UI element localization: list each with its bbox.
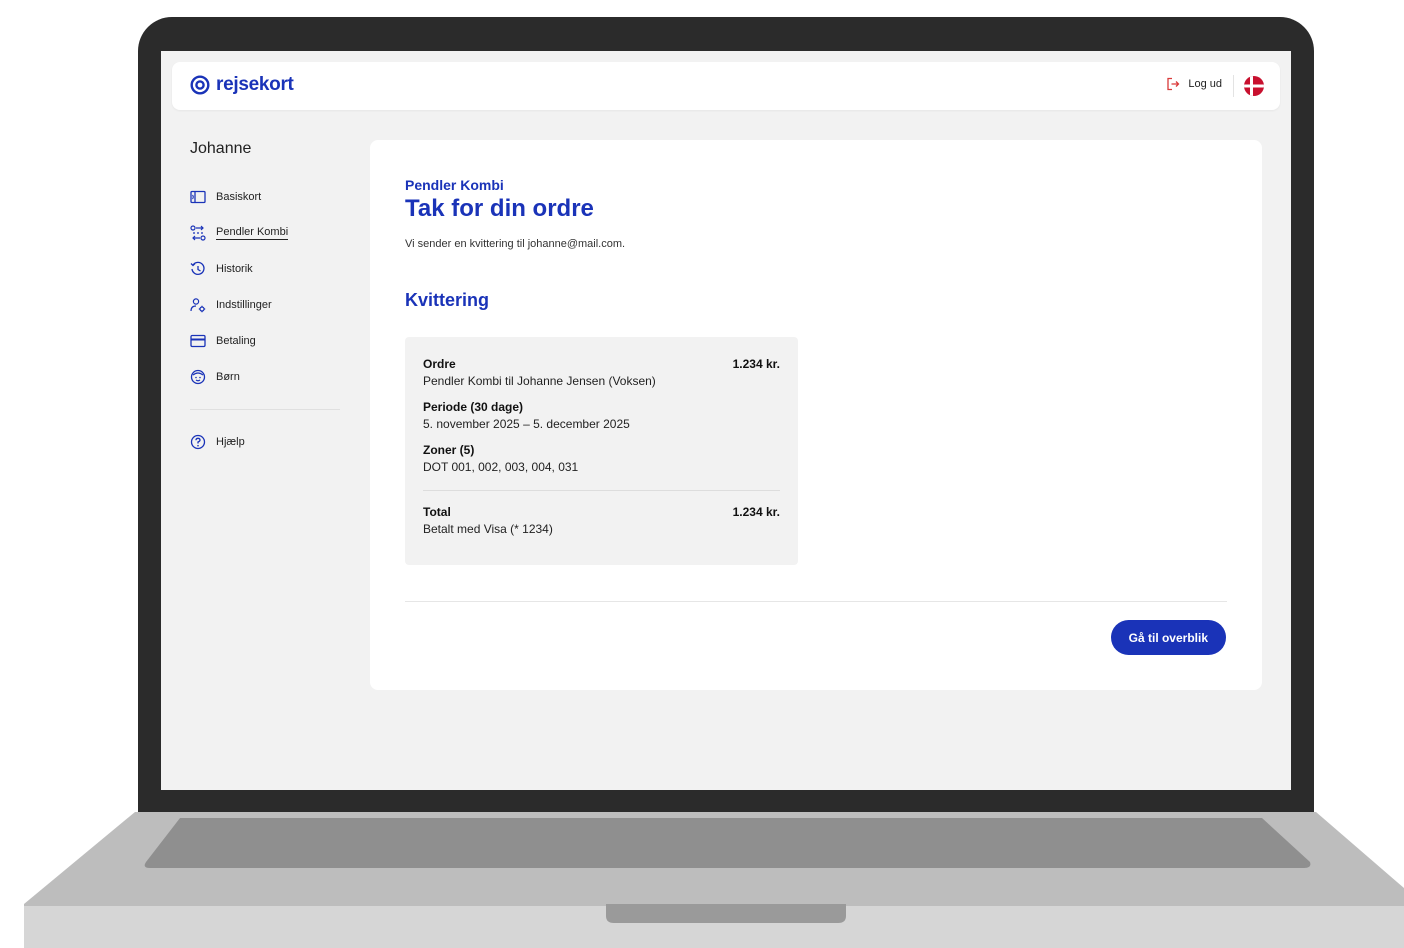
period-description: 5. november 2025 – 5. december 2025 bbox=[423, 417, 630, 431]
receipt-period-row: Periode (30 dage) 5. november 2025 – 5. … bbox=[423, 400, 780, 431]
receipt-zones-row: Zoner (5) DOT 001, 002, 003, 004, 031 bbox=[423, 443, 780, 474]
header-divider bbox=[1233, 75, 1234, 97]
zones-heading: Zoner (5) bbox=[423, 443, 475, 457]
sidebar-item-label: Børn bbox=[216, 371, 240, 383]
receipt-order-row: Ordre 1.234 kr. Pendler Kombi til Johann… bbox=[423, 357, 780, 388]
sidebar-item-label: Hjælp bbox=[216, 436, 245, 448]
page-title: Tak for din ordre bbox=[405, 195, 594, 222]
user-name: Johanne bbox=[190, 140, 252, 157]
sidebar-item-indstillinger[interactable]: Indstillinger bbox=[190, 287, 342, 323]
sidebar-item-label: Pendler Kombi bbox=[216, 226, 289, 240]
logout-label: Log ud bbox=[1188, 78, 1222, 90]
payment-method: Betalt med Visa (* 1234) bbox=[423, 522, 553, 536]
total-amount: 1.234 kr. bbox=[732, 505, 780, 519]
laptop-mockup: rejsekort Log ud Johanne Basiskort Pendl… bbox=[0, 0, 1404, 948]
sidebar-item-basiskort[interactable]: Basiskort bbox=[190, 179, 342, 215]
total-heading: Total bbox=[423, 505, 451, 519]
sidebar-item-born[interactable]: Børn bbox=[190, 359, 342, 395]
laptop-base bbox=[24, 812, 1404, 948]
sidebar-item-label: Indstillinger bbox=[216, 299, 272, 311]
sidebar-item-betaling[interactable]: Betaling bbox=[190, 323, 342, 359]
logo-mark-icon bbox=[190, 75, 210, 95]
child-face-icon bbox=[190, 369, 206, 385]
page-eyebrow: Pendler Kombi bbox=[405, 177, 504, 193]
sidebar-nav: Basiskort Pendler Kombi Historik Indstil… bbox=[190, 179, 342, 460]
zones-description: DOT 001, 002, 003, 004, 031 bbox=[423, 460, 579, 474]
history-icon bbox=[190, 261, 206, 277]
sidebar-divider bbox=[190, 409, 340, 410]
receipt-box: Ordre 1.234 kr. Pendler Kombi til Johann… bbox=[405, 337, 798, 565]
receipt-total-row: Total 1.234 kr. Betalt med Visa (* 1234) bbox=[423, 505, 780, 536]
sidebar-item-label: Historik bbox=[216, 263, 253, 275]
sidebar-item-historik[interactable]: Historik bbox=[190, 251, 342, 287]
card-footer-divider bbox=[405, 601, 1227, 602]
top-bar: rejsekort Log ud bbox=[172, 62, 1280, 110]
transfer-icon bbox=[190, 225, 206, 241]
order-description: Pendler Kombi til Johanne Jensen (Voksen… bbox=[423, 374, 656, 388]
help-icon bbox=[190, 434, 206, 450]
receipt-notice: Vi sender en kvittering til johanne@mail… bbox=[405, 238, 626, 250]
settings-user-icon bbox=[190, 297, 206, 313]
order-heading: Ordre bbox=[423, 357, 456, 371]
logo-text: rejsekort bbox=[216, 74, 294, 95]
language-flag-icon[interactable] bbox=[1244, 76, 1264, 96]
credit-card-icon bbox=[190, 333, 206, 349]
go-to-overview-button[interactable]: Gå til overblik bbox=[1110, 620, 1226, 655]
logout-button[interactable]: Log ud bbox=[1166, 77, 1222, 91]
rejsekort-logo[interactable]: rejsekort bbox=[190, 74, 294, 96]
order-confirmation-card: Pendler Kombi Tak for din ordre Vi sende… bbox=[370, 140, 1262, 690]
receipt-title: Kvittering bbox=[405, 290, 490, 310]
sidebar-item-pendler-kombi[interactable]: Pendler Kombi bbox=[190, 215, 342, 251]
receipt-divider bbox=[423, 490, 780, 491]
sidebar-item-hjaelp[interactable]: Hjælp bbox=[190, 424, 342, 460]
card-icon bbox=[190, 189, 206, 205]
logout-icon bbox=[1167, 77, 1180, 91]
sidebar-item-label: Betaling bbox=[216, 335, 256, 347]
sidebar-item-label: Basiskort bbox=[216, 191, 262, 203]
app-screen: rejsekort Log ud Johanne Basiskort Pendl… bbox=[161, 51, 1291, 790]
order-amount: 1.234 kr. bbox=[732, 357, 780, 371]
period-heading: Periode (30 dage) bbox=[423, 400, 524, 414]
